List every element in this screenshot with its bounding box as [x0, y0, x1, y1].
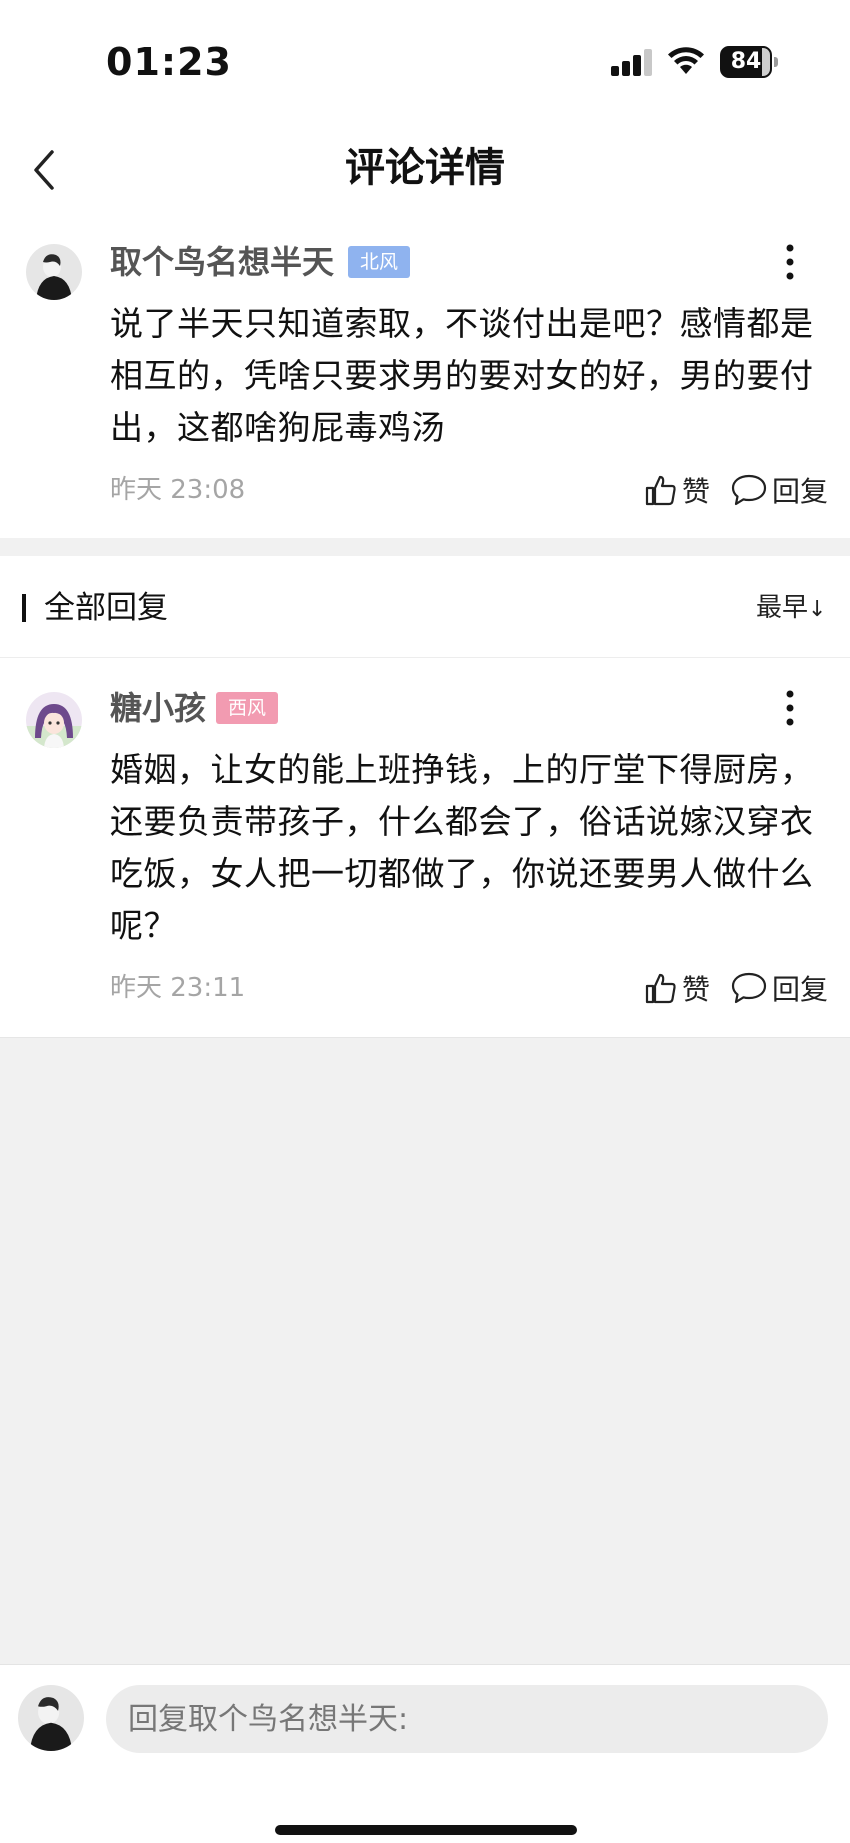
user-tag: 北风	[348, 246, 411, 278]
thumbs-up-icon	[645, 475, 676, 506]
page-title: 评论详情	[345, 145, 505, 191]
avatar[interactable]	[26, 244, 82, 300]
nav-bar: 评论详情	[0, 120, 850, 220]
sort-button[interactable]: 最早↓	[756, 588, 826, 630]
username[interactable]: 取个鸟名想半天	[110, 240, 334, 284]
avatar[interactable]	[26, 692, 82, 748]
more-options-icon[interactable]	[770, 240, 810, 284]
username[interactable]: 糖小孩	[110, 686, 206, 730]
like-label: 赞	[682, 475, 711, 508]
sort-arrow-icon: ↓	[808, 597, 827, 622]
reply-label: 回复	[772, 475, 829, 508]
battery-icon: 84	[720, 46, 778, 78]
battery-level: 84	[730, 49, 762, 74]
more-options-icon[interactable]	[770, 686, 810, 730]
reply-input[interactable]	[106, 1685, 828, 1753]
home-indicator[interactable]	[275, 1825, 577, 1835]
replies-section-header: 全部回复 最早↓	[0, 556, 850, 658]
like-button[interactable]: 赞	[644, 470, 710, 510]
reply-button[interactable]: 回复	[730, 470, 828, 510]
comment-timestamp: 昨天 23:08	[110, 475, 246, 505]
section-marker	[22, 594, 26, 622]
thumbs-up-icon	[645, 973, 676, 1004]
reply-label: 回复	[772, 973, 829, 1006]
status-time: 01:23	[106, 40, 232, 84]
section-title: 全部回复	[44, 590, 168, 626]
main-comment: 取个鸟名想半天 北风 说了半天只知道索取，不谈付出是吧？感情都是相互的，凭啥只要…	[0, 220, 850, 538]
reply-text: 婚姻，让女的能上班挣钱，上的厅堂下得厨房，还要负责带孩子，什么都会了，俗话说嫁汉…	[110, 750, 814, 945]
sort-label: 最早	[756, 593, 809, 623]
wifi-icon	[668, 47, 704, 74]
cellular-signal-icon	[611, 49, 652, 76]
reply-button[interactable]: 回复	[730, 968, 828, 1008]
reply-item: 糖小孩 西风 婚姻，让女的能上班挣钱，上的厅堂下得厨房，还要负责带孩子，什么都会…	[0, 658, 850, 1038]
status-bar: 01:23 84	[0, 0, 850, 120]
comment-text: 说了半天只知道索取，不谈付出是吧？感情都是相互的，凭啥只要求男的要对女的好，男的…	[110, 304, 814, 447]
current-user-avatar	[18, 1685, 84, 1751]
comment-bubble-icon	[731, 972, 767, 1004]
comment-bubble-icon	[731, 474, 767, 506]
user-tag: 西风	[216, 692, 279, 724]
divider	[0, 538, 850, 556]
like-label: 赞	[682, 973, 711, 1006]
bottom-reply-bar	[0, 1664, 850, 1843]
reply-timestamp: 昨天 23:11	[110, 973, 246, 1003]
like-button[interactable]: 赞	[644, 968, 710, 1008]
